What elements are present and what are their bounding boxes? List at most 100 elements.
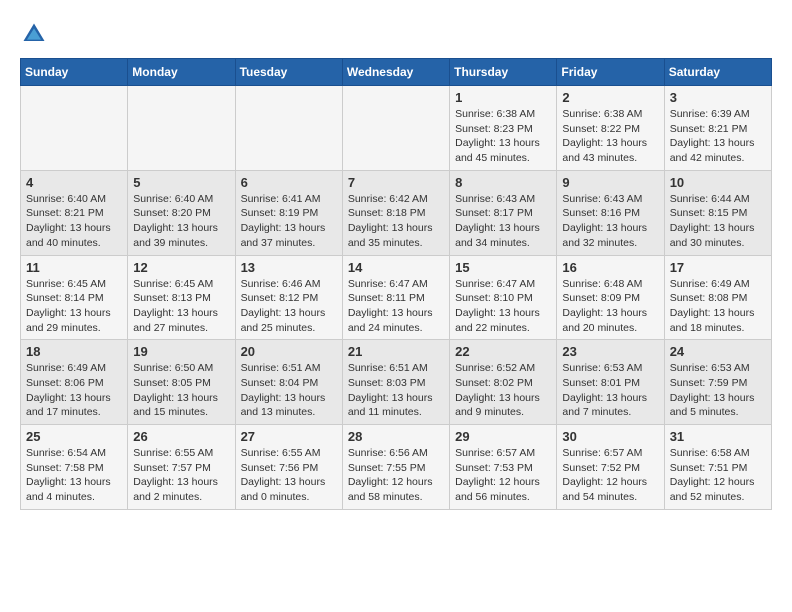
calendar-table: SundayMondayTuesdayWednesdayThursdayFrid… [20,58,772,510]
calendar-cell: 14 Sunrise: 6:47 AM Sunset: 8:11 PM Dayli… [342,255,449,340]
day-number: 17 [670,260,766,275]
week-row-5: 25 Sunrise: 6:54 AM Sunset: 7:58 PM Dayli… [21,425,772,510]
calendar-cell: 16 Sunrise: 6:48 AM Sunset: 8:09 PM Dayli… [557,255,664,340]
calendar-cell: 6 Sunrise: 6:41 AM Sunset: 8:19 PM Daylig… [235,170,342,255]
calendar-cell: 15Sunrise: 6:47 AM Sunset: 8:10 PM Dayli… [450,255,557,340]
calendar-cell: 25 Sunrise: 6:54 AM Sunset: 7:58 PM Dayli… [21,425,128,510]
cell-text: Sunrise: 6:41 AM Sunset: 8:19 PM Dayligh… [241,192,337,251]
day-number: 24 [670,344,766,359]
cell-text: Sunrise: 6:57 AM Sunset: 7:53 PM Dayligh… [455,446,551,505]
calendar-cell: 31 Sunrise: 6:58 AM Sunset: 7:51 PM Dayli… [664,425,771,510]
calendar-cell: 29 Sunrise: 6:57 AM Sunset: 7:53 PM Dayli… [450,425,557,510]
day-number: 26 [133,429,229,444]
day-number: 15 [455,260,551,275]
day-number: 20 [241,344,337,359]
calendar-cell: 24 Sunrise: 6:53 AM Sunset: 7:59 PM Dayli… [664,340,771,425]
cell-text: Sunrise: 6:38 AM Sunset: 8:22 PM Dayligh… [562,107,658,166]
cell-text: Sunrise: 6:55 AM Sunset: 7:56 PM Dayligh… [241,446,337,505]
cell-text: Sunrise: 6:48 AM Sunset: 8:09 PM Dayligh… [562,277,658,336]
cell-text: Sunrise: 6:38 AM Sunset: 8:23 PM Dayligh… [455,107,551,166]
calendar-cell [128,86,235,171]
cell-text: Sunrise: 6:40 AM Sunset: 8:20 PM Dayligh… [133,192,229,251]
day-number: 31 [670,429,766,444]
header-monday: Monday [128,59,235,86]
cell-text: Sunrise: 6:43 AM Sunset: 8:16 PM Dayligh… [562,192,658,251]
day-number: 11 [26,260,122,275]
calendar-cell: 19 Sunrise: 6:50 AM Sunset: 8:05 PM Dayli… [128,340,235,425]
cell-text: Sunrise: 6:54 AM Sunset: 7:58 PM Dayligh… [26,446,122,505]
day-number: 19 [133,344,229,359]
cell-text: Sunrise: 6:43 AM Sunset: 8:17 PM Dayligh… [455,192,551,251]
day-number: 6 [241,175,337,190]
day-number: 2 [562,90,658,105]
day-number: 25 [26,429,122,444]
cell-text: Sunrise: 6:57 AM Sunset: 7:52 PM Dayligh… [562,446,658,505]
calendar-cell: 9 Sunrise: 6:43 AM Sunset: 8:16 PM Daylig… [557,170,664,255]
cell-text: Sunrise: 6:52 AM Sunset: 8:02 PM Dayligh… [455,361,551,420]
header-row: SundayMondayTuesdayWednesdayThursdayFrid… [21,59,772,86]
day-number: 29 [455,429,551,444]
calendar-cell: 1 Sunrise: 6:38 AM Sunset: 8:23 PM Daylig… [450,86,557,171]
day-number: 8 [455,175,551,190]
day-number: 4 [26,175,122,190]
week-row-1: 1 Sunrise: 6:38 AM Sunset: 8:23 PM Daylig… [21,86,772,171]
cell-text: Sunrise: 6:45 AM Sunset: 8:13 PM Dayligh… [133,277,229,336]
cell-text: Sunrise: 6:49 AM Sunset: 8:06 PM Dayligh… [26,361,122,420]
cell-text: Sunrise: 6:53 AM Sunset: 8:01 PM Dayligh… [562,361,658,420]
calendar-cell [342,86,449,171]
calendar-cell: 7Sunrise: 6:42 AM Sunset: 8:18 PM Daylig… [342,170,449,255]
calendar-cell [235,86,342,171]
cell-text: Sunrise: 6:45 AM Sunset: 8:14 PM Dayligh… [26,277,122,336]
header-thursday: Thursday [450,59,557,86]
day-number: 27 [241,429,337,444]
header-saturday: Saturday [664,59,771,86]
cell-text: Sunrise: 6:39 AM Sunset: 8:21 PM Dayligh… [670,107,766,166]
calendar-cell [21,86,128,171]
logo [20,20,52,48]
calendar-cell: 28Sunrise: 6:56 AM Sunset: 7:55 PM Dayli… [342,425,449,510]
header-sunday: Sunday [21,59,128,86]
calendar-cell: 30 Sunrise: 6:57 AM Sunset: 7:52 PM Dayli… [557,425,664,510]
day-number: 9 [562,175,658,190]
day-number: 13 [241,260,337,275]
week-row-4: 18 Sunrise: 6:49 AM Sunset: 8:06 PM Dayli… [21,340,772,425]
cell-text: Sunrise: 6:50 AM Sunset: 8:05 PM Dayligh… [133,361,229,420]
logo-icon [20,20,48,48]
calendar-cell: 13 Sunrise: 6:46 AM Sunset: 8:12 PM Dayli… [235,255,342,340]
cell-text: Sunrise: 6:53 AM Sunset: 7:59 PM Dayligh… [670,361,766,420]
day-number: 23 [562,344,658,359]
cell-text: Sunrise: 6:46 AM Sunset: 8:12 PM Dayligh… [241,277,337,336]
day-number: 30 [562,429,658,444]
week-row-2: 4Sunrise: 6:40 AM Sunset: 8:21 PM Daylig… [21,170,772,255]
calendar-cell: 5 Sunrise: 6:40 AM Sunset: 8:20 PM Daylig… [128,170,235,255]
calendar-header: SundayMondayTuesdayWednesdayThursdayFrid… [21,59,772,86]
day-number: 14 [348,260,444,275]
calendar-cell: 26 Sunrise: 6:55 AM Sunset: 7:57 PM Dayli… [128,425,235,510]
calendar-cell: 4Sunrise: 6:40 AM Sunset: 8:21 PM Daylig… [21,170,128,255]
calendar-cell: 22 Sunrise: 6:52 AM Sunset: 8:02 PM Dayli… [450,340,557,425]
header-friday: Friday [557,59,664,86]
calendar-cell: 8 Sunrise: 6:43 AM Sunset: 8:17 PM Daylig… [450,170,557,255]
header-tuesday: Tuesday [235,59,342,86]
calendar-cell: 23 Sunrise: 6:53 AM Sunset: 8:01 PM Dayli… [557,340,664,425]
day-number: 7 [348,175,444,190]
calendar-cell: 17Sunrise: 6:49 AM Sunset: 8:08 PM Dayli… [664,255,771,340]
day-number: 21 [348,344,444,359]
calendar-cell: 27 Sunrise: 6:55 AM Sunset: 7:56 PM Dayli… [235,425,342,510]
day-number: 16 [562,260,658,275]
calendar-cell: 10Sunrise: 6:44 AM Sunset: 8:15 PM Dayli… [664,170,771,255]
day-number: 1 [455,90,551,105]
day-number: 12 [133,260,229,275]
calendar-cell: 12 Sunrise: 6:45 AM Sunset: 8:13 PM Dayli… [128,255,235,340]
page-header [20,20,772,48]
calendar-body: 1 Sunrise: 6:38 AM Sunset: 8:23 PM Daylig… [21,86,772,510]
day-number: 18 [26,344,122,359]
cell-text: Sunrise: 6:51 AM Sunset: 8:03 PM Dayligh… [348,361,444,420]
cell-text: Sunrise: 6:47 AM Sunset: 8:11 PM Dayligh… [348,277,444,336]
day-number: 22 [455,344,551,359]
header-wednesday: Wednesday [342,59,449,86]
cell-text: Sunrise: 6:58 AM Sunset: 7:51 PM Dayligh… [670,446,766,505]
day-number: 3 [670,90,766,105]
day-number: 5 [133,175,229,190]
cell-text: Sunrise: 6:55 AM Sunset: 7:57 PM Dayligh… [133,446,229,505]
